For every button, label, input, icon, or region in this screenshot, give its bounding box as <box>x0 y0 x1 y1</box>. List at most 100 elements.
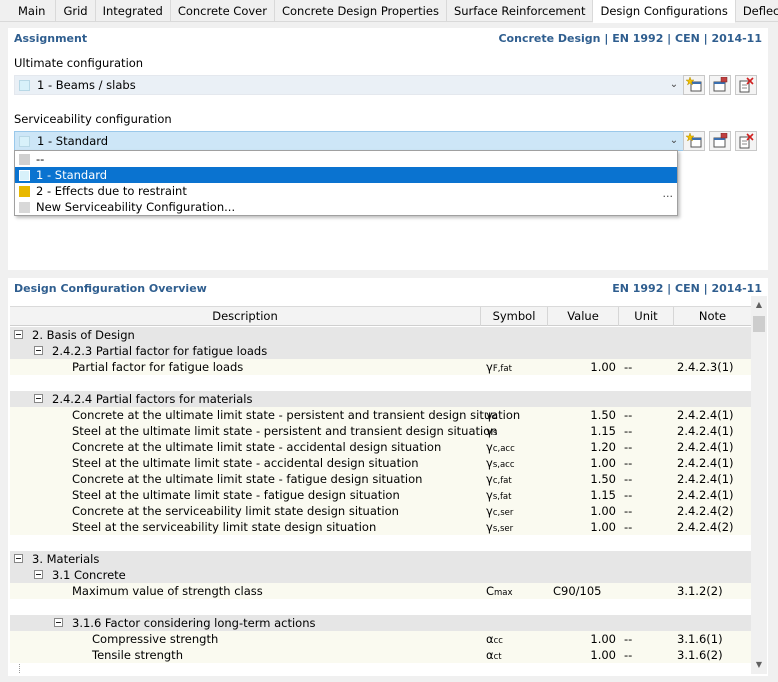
new-config-icon <box>686 77 702 92</box>
serviceability-config-select[interactable]: 1 - Standard ⌄ <box>14 131 685 151</box>
tab-main[interactable]: Main <box>0 0 57 22</box>
column-header-unit[interactable]: Unit <box>619 307 674 326</box>
table-scrollbar[interactable]: ▲ ▼ <box>751 296 767 674</box>
serviceability-color-swatch <box>19 136 30 147</box>
table-row[interactable]: Steel at the ultimate limit state - pers… <box>10 423 751 439</box>
row-unit: -- <box>624 488 633 502</box>
table-row[interactable]: Partial factor for fatigue loads γF,fat … <box>10 359 751 375</box>
delete-ultimate-button[interactable] <box>735 75 757 95</box>
tab-concrete-design-properties[interactable]: Concrete Design Properties <box>275 0 447 22</box>
ultimate-config-label: Ultimate configuration <box>14 56 144 70</box>
collapse-toggle[interactable] <box>14 554 23 563</box>
scroll-thumb[interactable] <box>753 316 765 332</box>
row-symbol: γs,ser <box>486 520 514 534</box>
new-config-icon <box>686 133 702 148</box>
row-unit: -- <box>624 408 633 422</box>
more-options-button[interactable]: ... <box>663 187 674 200</box>
dropdown-option-none[interactable]: -- <box>15 151 677 167</box>
spacer-row <box>10 375 751 391</box>
row-note: 2.4.2.4(2) <box>677 504 734 518</box>
edit-serviceability-button[interactable] <box>709 131 731 151</box>
table-row[interactable]: Concrete at the ultimate limit state - p… <box>10 407 751 423</box>
row-unit: -- <box>624 648 633 662</box>
chevron-down-icon[interactable]: ⌄ <box>668 77 680 93</box>
collapse-toggle[interactable] <box>34 394 43 403</box>
delete-serviceability-button[interactable] <box>735 131 757 151</box>
dropdown-option-restraint[interactable]: 2 - Effects due to restraint <box>15 183 677 199</box>
tab-deflection[interactable]: Deflection <box>736 0 778 22</box>
row-unit: -- <box>624 440 633 454</box>
tab-concrete-cover[interactable]: Concrete Cover <box>171 0 275 22</box>
column-header-description[interactable]: Description <box>10 307 481 326</box>
group-label: 3.1.6 Factor considering long-term actio… <box>72 616 316 630</box>
group-row-basis-of-design[interactable]: 2. Basis of Design <box>10 327 751 343</box>
group-row-partial-factor-fatigue-loads[interactable]: 2.4.2.3 Partial factor for fatigue loads <box>10 343 751 359</box>
collapse-toggle[interactable] <box>54 618 63 627</box>
column-header-note[interactable]: Note <box>674 307 751 326</box>
assignment-panel: Assignment Concrete Design | EN 1992 | C… <box>8 28 768 270</box>
option-label: New Serviceability Configuration... <box>36 200 236 214</box>
collapse-toggle[interactable] <box>34 346 43 355</box>
row-symbol: Cmax <box>486 584 513 598</box>
row-symbol: γc,acc <box>486 440 515 454</box>
new-ultimate-button[interactable] <box>683 75 705 95</box>
tab-integrated[interactable]: Integrated <box>96 0 171 22</box>
row-note: 2.4.2.4(1) <box>677 472 734 486</box>
group-row-long-term-actions[interactable]: 3.1.6 Factor considering long-term actio… <box>10 615 751 631</box>
table-row[interactable]: Steel at the ultimate limit state - fati… <box>10 487 751 503</box>
row-description: Concrete at the ultimate limit state - a… <box>72 440 442 454</box>
option-color-swatch <box>19 154 30 165</box>
edit-ultimate-button[interactable] <box>709 75 731 95</box>
table-row[interactable]: Compressive strength αcc 1.00 -- 3.1.6(1… <box>10 631 751 647</box>
scroll-down-icon[interactable]: ▼ <box>751 658 767 672</box>
overview-title: Design Configuration Overview <box>14 282 207 295</box>
table-row[interactable]: Concrete at the ultimate limit state - f… <box>10 471 751 487</box>
row-value: 1.15 <box>590 424 616 438</box>
serviceability-config-label: Serviceability configuration <box>14 112 172 126</box>
table-row[interactable]: Concrete at the ultimate limit state - a… <box>10 439 751 455</box>
collapse-toggle[interactable] <box>34 570 43 579</box>
row-symbol: γc,fat <box>486 472 512 486</box>
column-header-symbol[interactable]: Symbol <box>481 307 548 326</box>
table-row[interactable]: Tensile strength αct 1.00 -- 3.1.6(2) <box>10 647 751 663</box>
group-row-materials[interactable]: 3. Materials <box>10 551 751 567</box>
collapse-toggle[interactable] <box>14 330 23 339</box>
assignment-title: Assignment <box>14 32 88 45</box>
chevron-down-icon[interactable]: ⌄ <box>668 133 680 149</box>
group-row-concrete[interactable]: 3.1 Concrete <box>10 567 751 583</box>
table-row[interactable]: Maximum value of strength class Cmax C90… <box>10 583 751 599</box>
serviceability-dropdown-list: -- 1 - Standard 2 - Effects due to restr… <box>14 150 678 216</box>
scroll-up-icon[interactable]: ▲ <box>751 298 767 312</box>
option-label: -- <box>36 152 45 166</box>
tab-grid[interactable]: Grid <box>56 0 96 22</box>
dropdown-option-new[interactable]: New Serviceability Configuration... <box>15 199 677 215</box>
row-symbol: αcc <box>486 632 503 646</box>
row-note: 3.1.6(1) <box>677 632 723 646</box>
group-label: 2.4.2.3 Partial factor for fatigue loads <box>52 344 268 358</box>
row-note: 2.4.2.4(1) <box>677 408 734 422</box>
row-symbol: γs,acc <box>486 456 515 470</box>
overview-table: Description Symbol Value Unit Note 2. Ba… <box>10 296 751 674</box>
table-row[interactable]: Concrete at the serviceability limit sta… <box>10 503 751 519</box>
row-symbol: γc,ser <box>486 504 514 518</box>
row-note: 2.4.2.4(1) <box>677 488 734 502</box>
tab-surface-reinforcement[interactable]: Surface Reinforcement <box>447 0 594 22</box>
row-symbol: γs <box>486 424 498 438</box>
row-value: 1.50 <box>590 472 616 486</box>
row-unit: -- <box>624 504 633 518</box>
dropdown-option-standard[interactable]: 1 - Standard <box>15 167 677 183</box>
table-row[interactable]: Steel at the serviceability limit state … <box>10 519 751 535</box>
ultimate-config-select[interactable]: 1 - Beams / slabs ⌄ <box>14 75 685 95</box>
column-header-value[interactable]: Value <box>548 307 619 326</box>
table-row[interactable]: Steel at the ultimate limit state - acci… <box>10 455 751 471</box>
delete-config-icon <box>739 133 754 149</box>
row-symbol: γc <box>486 408 498 422</box>
group-label: 3.1 Concrete <box>52 568 126 582</box>
tab-design-configurations[interactable]: Design Configurations <box>593 0 736 23</box>
row-note: 3.1.6(2) <box>677 648 723 662</box>
row-note: 2.4.2.4(1) <box>677 456 734 470</box>
row-unit: -- <box>624 632 633 646</box>
new-serviceability-button[interactable] <box>683 131 705 151</box>
option-label: 1 - Standard <box>36 168 108 182</box>
group-row-partial-factors-materials[interactable]: 2.4.2.4 Partial factors for materials <box>10 391 751 407</box>
